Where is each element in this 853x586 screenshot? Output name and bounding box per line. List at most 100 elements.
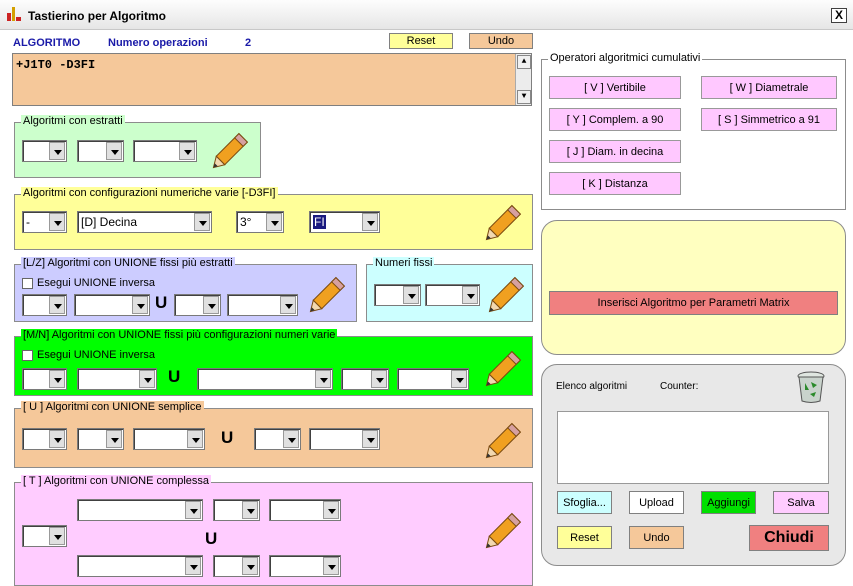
chevron-down-icon[interactable] [362, 430, 378, 448]
chevron-down-icon[interactable] [106, 430, 122, 448]
reset-bottom-button[interactable]: Reset [557, 526, 612, 549]
chevron-down-icon[interactable] [323, 501, 339, 519]
t-select-left[interactable] [22, 525, 67, 547]
recycle-bin-icon[interactable] [795, 370, 827, 404]
algorithm-text: +J1T0 -D3FI [16, 58, 96, 72]
estratti-select-1[interactable] [22, 140, 67, 162]
chevron-down-icon[interactable] [139, 370, 155, 388]
close-icon[interactable]: X [831, 8, 847, 23]
chevron-down-icon[interactable] [323, 557, 339, 575]
pencil-icon[interactable] [478, 200, 526, 248]
op-simmetrico-button[interactable]: [ S ] Simmetrico a 91 [701, 108, 837, 131]
mn-select-1[interactable] [22, 368, 67, 390]
op-diam-decina-button[interactable]: [ J ] Diam. in decina [549, 140, 681, 163]
chevron-down-icon[interactable] [106, 142, 122, 160]
u-select-2[interactable] [77, 428, 124, 450]
config-code-select[interactable]: FI [309, 211, 380, 233]
chevron-down-icon[interactable] [403, 286, 419, 304]
aggiungi-button[interactable]: Aggiungi [701, 491, 756, 514]
lz-inversa-checkbox[interactable]: Esegui UNIONE inversa [22, 277, 155, 289]
op-diametrale-button[interactable]: [ W ] Diametrale [701, 76, 837, 99]
chiudi-button[interactable]: Chiudi [749, 525, 829, 551]
group-t-label: [ T ] Algoritmi con UNIONE complessa [21, 475, 212, 487]
mn-select-2[interactable] [77, 368, 157, 390]
lz-select-4[interactable] [227, 294, 298, 316]
upload-button[interactable]: Upload [629, 491, 684, 514]
reset-top-button[interactable]: Reset [389, 33, 453, 49]
undo-top-button[interactable]: Undo [469, 33, 533, 49]
chevron-down-icon[interactable] [280, 296, 296, 314]
config-sign-select[interactable]: - [22, 211, 67, 233]
union-symbol: U [168, 367, 181, 386]
chevron-down-icon[interactable] [49, 430, 65, 448]
chevron-down-icon[interactable] [49, 527, 65, 545]
chevron-down-icon[interactable] [185, 557, 201, 575]
chevron-down-icon[interactable] [462, 286, 478, 304]
chevron-down-icon[interactable] [371, 370, 387, 388]
estratti-select-3[interactable] [133, 140, 197, 162]
salva-button[interactable]: Salva [773, 491, 829, 514]
checkbox-box[interactable] [22, 277, 33, 289]
u-select-1[interactable] [22, 428, 67, 450]
t-select-bottom-2[interactable] [213, 555, 260, 577]
lz-select-1[interactable] [22, 294, 67, 316]
t-select-top-2[interactable] [213, 499, 260, 521]
elenco-list[interactable] [557, 411, 829, 484]
elenco-label: Elenco algoritmi [556, 381, 628, 392]
op-vertibile-button[interactable]: [ V ] Vertibile [549, 76, 681, 99]
mn-inversa-checkbox[interactable]: Esegui UNIONE inversa [22, 349, 155, 361]
chevron-down-icon[interactable] [203, 296, 219, 314]
chevron-down-icon[interactable] [242, 557, 258, 575]
t-select-top-1[interactable] [77, 499, 203, 521]
chevron-down-icon[interactable] [49, 296, 65, 314]
checkbox-box[interactable] [22, 349, 33, 361]
lz-select-3[interactable] [174, 294, 221, 316]
estratti-select-2[interactable] [77, 140, 124, 162]
chevron-down-icon[interactable] [132, 296, 148, 314]
chevron-down-icon[interactable] [451, 370, 467, 388]
t-select-bottom-1[interactable] [77, 555, 203, 577]
config-type-select[interactable]: [D] Decina [77, 211, 212, 233]
algorithm-textarea[interactable]: +J1T0 -D3FI ▲ ▼ [12, 53, 532, 106]
pencil-icon[interactable] [478, 508, 526, 556]
undo-bottom-button[interactable]: Undo [629, 526, 684, 549]
pencil-icon[interactable] [205, 128, 253, 176]
scroll-up-icon[interactable]: ▲ [517, 55, 531, 69]
chevron-down-icon[interactable] [49, 213, 65, 231]
t-select-bottom-3[interactable] [269, 555, 341, 577]
fissi-select-2[interactable] [425, 284, 480, 306]
lz-select-2[interactable] [74, 294, 150, 316]
chevron-down-icon[interactable] [179, 142, 195, 160]
chevron-down-icon[interactable] [266, 213, 282, 231]
title-bar: Tastierino per Algoritmo X [0, 0, 853, 30]
pencil-icon[interactable] [478, 418, 526, 466]
mn-select-3[interactable] [197, 368, 333, 390]
chevron-down-icon[interactable] [194, 213, 210, 231]
op-complem-button[interactable]: [ Y ] Complem. a 90 [549, 108, 681, 131]
pencil-icon[interactable] [302, 272, 350, 320]
chevron-down-icon[interactable] [185, 501, 201, 519]
fissi-select-1[interactable] [374, 284, 421, 306]
u-select-4[interactable] [254, 428, 301, 450]
scroll-down-icon[interactable]: ▼ [517, 90, 531, 104]
matrix-panel [541, 220, 846, 355]
chevron-down-icon[interactable] [49, 142, 65, 160]
chevron-down-icon[interactable] [49, 370, 65, 388]
mn-select-4[interactable] [341, 368, 389, 390]
pencil-icon[interactable] [478, 346, 526, 394]
op-distanza-button[interactable]: [ K ] Distanza [549, 172, 681, 195]
t-select-top-3[interactable] [269, 499, 341, 521]
chevron-down-icon[interactable] [187, 430, 203, 448]
mn-select-5[interactable] [397, 368, 469, 390]
config-position-select[interactable]: 3° [236, 211, 284, 233]
chevron-down-icon[interactable] [242, 501, 258, 519]
chevron-down-icon[interactable] [315, 370, 331, 388]
chevron-down-icon[interactable] [283, 430, 299, 448]
matrix-button[interactable]: Inserisci Algoritmo per Parametri Matrix [549, 291, 838, 315]
textarea-scrollbar[interactable]: ▲ ▼ [515, 54, 531, 105]
sfoglia-button[interactable]: Sfoglia... [557, 491, 612, 514]
chevron-down-icon[interactable] [362, 213, 378, 231]
u-select-5[interactable] [309, 428, 380, 450]
pencil-icon[interactable] [481, 272, 529, 320]
u-select-3[interactable] [133, 428, 205, 450]
